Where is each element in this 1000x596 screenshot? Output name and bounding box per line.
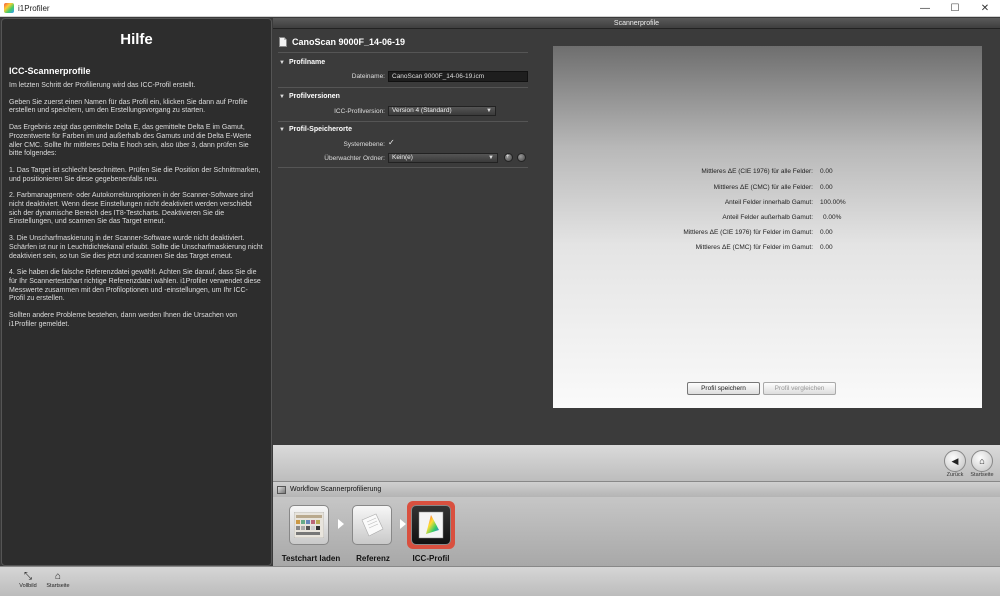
compare-profile-button[interactable]: Profil vergleichen xyxy=(763,382,836,395)
testchart-icon xyxy=(289,505,329,545)
fullscreen-button[interactable]: ⤡ Vollbild xyxy=(13,571,43,589)
help-panel: Hilfe ICC-Scannerprofile Im letzten Schr… xyxy=(1,18,272,566)
result-label: Mittleres ΔE (CMC) für Felder im Gamut: xyxy=(695,244,813,251)
result-row: Mittleres ΔE (CIE 1976) für alle Felder:… xyxy=(553,168,982,178)
result-value: 0.00% xyxy=(823,214,842,221)
help-paragraph: 2. Farbmanagement- oder Autokorrekturopt… xyxy=(9,192,253,226)
result-row: Mittleres ΔE (CMC) für alle Felder: 0.00 xyxy=(553,184,982,194)
workflow-steps: Testchart laden Referenz ICC-Profil xyxy=(273,497,1000,566)
section-profilname-toggle[interactable]: ▼ Profilname xyxy=(279,59,325,66)
arrow-left-icon: ◀ xyxy=(951,455,959,466)
dropdown-arrow-icon: ▼ xyxy=(488,155,494,161)
systemebene-label: Systemebene: xyxy=(343,141,385,148)
section-speicherorte-toggle[interactable]: ▼ Profil-Speicherorte xyxy=(279,126,352,133)
triangle-down-icon: ▼ xyxy=(279,59,285,66)
triangle-down-icon: ▼ xyxy=(279,126,285,133)
section-profilversionen-toggle[interactable]: ▼ Profilversionen xyxy=(279,93,340,100)
bottom-toolbar: ⤡ Vollbild ⌂ Startseite xyxy=(0,566,1000,596)
help-paragraph: Das Ergebnis zeigt das gemittelte Delta … xyxy=(9,124,252,158)
help-title: Hilfe xyxy=(120,31,153,48)
navigation-bar: ◀ Zurück ⌂ Startseite xyxy=(273,445,1000,481)
chevron-right-icon xyxy=(400,519,406,529)
workflow-step-testchart[interactable] xyxy=(285,501,333,549)
main-header: Scannerprofile xyxy=(273,18,1000,29)
bottom-home-label: Startseite xyxy=(46,583,70,589)
save-profile-button[interactable]: Profil speichern xyxy=(687,382,760,395)
workflow-title: Workflow Scannerprofilierung xyxy=(290,486,382,493)
main-area: CanoScan 9000F_14-06-19 ▼ Profilname Dat… xyxy=(273,29,1000,445)
section-title: Profil-Speicherorte xyxy=(288,126,352,133)
section-title: Profilversionen xyxy=(288,93,340,100)
profile-title-text: CanoScan 9000F_14-06-19 xyxy=(292,37,406,47)
result-value: 100.00% xyxy=(820,199,846,206)
systemebene-checkbox[interactable]: ✓ xyxy=(388,139,396,147)
dateiname-label: Dateiname: xyxy=(351,73,385,80)
triangle-down-icon: ▼ xyxy=(279,93,285,100)
help-paragraph: 1. Das Target ist schlecht beschnitten. … xyxy=(9,166,261,183)
result-row: Mittleres ΔE (CMC) für Felder im Gamut: … xyxy=(553,244,982,254)
workflow-step-icc-profil[interactable] xyxy=(407,501,455,549)
profilversion-select[interactable]: Version 4 (Standard) ▼ xyxy=(388,106,496,116)
result-value: 0.00 xyxy=(820,229,833,236)
help-subtitle: ICC-Scannerprofile xyxy=(9,66,91,76)
profile-document-icon xyxy=(279,37,287,47)
profilversion-value: Version 4 (Standard) xyxy=(392,107,452,114)
workflow-header: Workflow Scannerprofilierung xyxy=(273,481,1000,497)
workflow-step-label: ICC-Profil xyxy=(412,554,450,563)
result-label: Mittleres ΔE (CIE 1976) für Felder im Ga… xyxy=(683,229,813,236)
workflow-step-referenz[interactable] xyxy=(348,501,396,549)
plus-icon: + xyxy=(506,154,510,160)
profilversion-label: ICC-Profilversion: xyxy=(334,108,385,115)
divider xyxy=(278,87,528,88)
fullscreen-label: Vollbild xyxy=(19,583,37,589)
back-button[interactable]: ◀ xyxy=(944,450,966,472)
ordner-value: Kein(e) xyxy=(392,154,413,161)
profile-title: CanoScan 9000F_14-06-19 xyxy=(279,37,405,47)
result-label: Anteil Felder innerhalb Gamut: xyxy=(724,199,813,206)
close-button[interactable]: ✕ xyxy=(970,0,1000,17)
help-body: Im letzten Schritt der Profilierung wird… xyxy=(9,82,263,329)
result-value: 0.00 xyxy=(820,184,833,191)
add-folder-button[interactable]: + xyxy=(504,153,513,162)
maximize-button[interactable]: ☐ xyxy=(940,0,970,17)
window-title: i1Profiler xyxy=(18,3,50,13)
remove-folder-button[interactable] xyxy=(517,153,526,162)
minimize-button[interactable]: — xyxy=(910,0,940,17)
help-paragraph: 4. Sie haben die falsche Referenzdatei g… xyxy=(9,269,261,303)
results-panel: Mittleres ΔE (CIE 1976) für alle Felder:… xyxy=(553,46,982,408)
reference-document-icon xyxy=(352,505,392,545)
help-paragraph: 3. Die Unscharfmaskierung in der Scanner… xyxy=(9,235,263,260)
app-icon xyxy=(4,3,14,13)
help-paragraph: Sollten andere Probleme bestehen, dann w… xyxy=(9,312,238,328)
icc-profile-icon xyxy=(411,505,451,545)
ordner-select[interactable]: Kein(e) ▼ xyxy=(388,153,498,163)
section-title: Profilname xyxy=(288,59,326,66)
result-label: Anteil Felder außerhalb Gamut: xyxy=(722,214,813,221)
result-row: Anteil Felder innerhalb Gamut: 100.00% xyxy=(553,199,982,209)
result-row: Mittleres ΔE (CIE 1976) für Felder im Ga… xyxy=(553,229,982,239)
help-paragraph: Geben Sie zuerst einen Namen für das Pro… xyxy=(9,98,248,115)
dateiname-input[interactable]: CanoScan 9000F_14-06-19.icm xyxy=(388,71,528,82)
home-icon: ⌂ xyxy=(979,456,985,466)
home-icon: ⌂ xyxy=(54,571,62,582)
home-label: Startseite xyxy=(970,472,994,478)
chevron-right-icon xyxy=(338,519,344,529)
result-value: 0.00 xyxy=(820,168,833,175)
result-row: Anteil Felder außerhalb Gamut: 0.00% xyxy=(553,214,982,224)
result-label: Mittleres ΔE (CIE 1976) für alle Felder: xyxy=(701,168,813,175)
result-label: Mittleres ΔE (CMC) für alle Felder: xyxy=(713,184,813,191)
divider xyxy=(278,52,528,53)
fullscreen-icon: ⤡ xyxy=(24,571,32,582)
result-value: 0.00 xyxy=(820,244,833,251)
divider xyxy=(278,121,528,122)
bottom-home-button[interactable]: ⌂ Startseite xyxy=(43,571,73,589)
window-titlebar: i1Profiler — ☐ ✕ xyxy=(0,0,1000,17)
dropdown-arrow-icon: ▼ xyxy=(486,108,492,114)
divider xyxy=(278,167,528,168)
back-label: Zurück xyxy=(946,472,964,478)
workflow-icon xyxy=(277,485,286,494)
help-paragraph: Im letzten Schritt der Profilierung wird… xyxy=(9,82,196,89)
home-button[interactable]: ⌂ xyxy=(971,450,993,472)
ordner-label: Überwachter Ordner: xyxy=(324,155,385,162)
